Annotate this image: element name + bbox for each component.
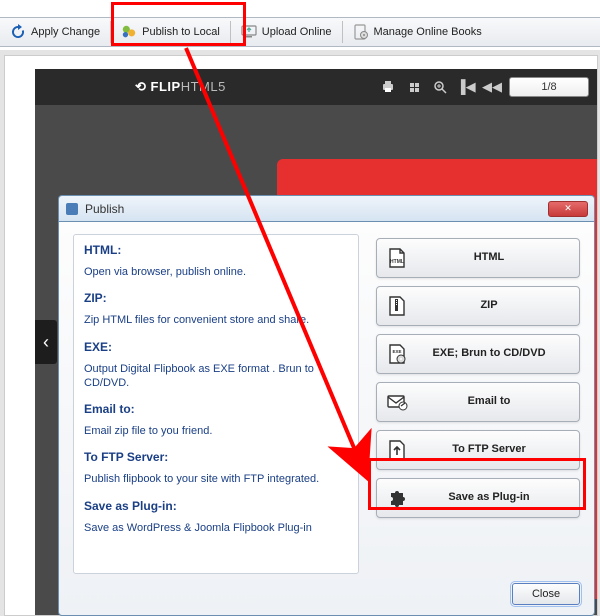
publish-options-panel: HTML HTML ZIP EXE EXE; Brun to CD/DVD Em… [376,238,580,526]
publish-local-label: Publish to Local [142,26,220,38]
section-heading: ZIP: [84,291,348,305]
close-button[interactable]: Close [512,583,580,605]
refresh-icon [10,24,26,40]
svg-text:EXE: EXE [392,349,401,354]
document-gear-icon [353,24,369,40]
html-option-button[interactable]: HTML HTML [376,238,580,278]
exe-option-button[interactable]: EXE EXE; Brun to CD/DVD [376,334,580,374]
section-heading: Save as Plug-in: [84,499,348,513]
dialog-title: Publish [85,202,548,216]
thumbnails-icon[interactable] [405,78,423,96]
plugin-option-button[interactable]: Save as Plug-in [376,478,580,518]
section-heading: HTML: [84,243,348,257]
html-option-label: HTML [419,251,579,264]
section-desc: Save as WordPress & Joomla Flipbook Plug… [84,521,348,535]
section-heading: EXE: [84,340,348,354]
zip-option-label: ZIP [419,299,579,312]
section-heading: To FTP Server: [84,450,348,464]
print-icon[interactable] [379,78,397,96]
puzzle-gear-icon [121,24,137,40]
html-file-icon: HTML [385,246,409,270]
section-heading: Email to: [84,402,348,416]
publish-dialog: Publish ✕ HTML: Open via browser, publish… [58,195,595,616]
section-desc: Email zip file to you friend. [84,424,348,438]
exe-option-label: EXE; Brun to CD/DVD [419,347,579,360]
svg-text:HTML: HTML [390,259,404,265]
puzzle-icon [385,486,409,510]
email-option-label: Email to [419,395,579,408]
publish-descriptions-panel: HTML: Open via browser, publish online. Z… [73,234,359,574]
prev-page-icon[interactable]: ◀◀ [483,78,501,96]
viewer-header: ⟲ FLIPHTML5 ▐◀ ◀◀ 1/8 [35,69,597,105]
apply-change-label: Apply Change [31,26,100,38]
manage-books-button[interactable]: Manage Online Books [343,18,492,46]
upload-online-label: Upload Online [262,26,332,38]
monitor-icon [241,24,257,40]
zip-file-icon [385,294,409,318]
flip-logo: ⟲ FLIPHTML5 [135,79,226,95]
publish-local-button[interactable]: Publish to Local [111,18,230,46]
apply-change-button[interactable]: Apply Change [0,18,110,46]
main-toolbar: Apply Change Publish to Local Upload Onl… [0,17,600,47]
publish-app-icon [65,202,79,216]
ftp-option-button[interactable]: To FTP Server [376,430,580,470]
zoom-icon[interactable] [431,78,449,96]
dialog-titlebar: Publish ✕ [58,195,595,221]
exe-disc-icon: EXE [385,342,409,366]
ftp-option-label: To FTP Server [419,443,579,456]
upload-online-button[interactable]: Upload Online [231,18,342,46]
plugin-option-label: Save as Plug-in [419,491,579,504]
envelope-icon [385,390,409,414]
manage-books-label: Manage Online Books [374,26,482,38]
section-desc: Output Digital Flipbook as EXE format . … [84,362,348,391]
section-desc: Open via browser, publish online. [84,265,348,279]
zip-option-button[interactable]: ZIP [376,286,580,326]
first-page-icon[interactable]: ▐◀ [457,78,475,96]
dialog-close-button[interactable]: ✕ [548,201,588,217]
prev-nav-button[interactable]: ‹ [35,320,57,364]
email-option-button[interactable]: Email to [376,382,580,422]
section-desc: Publish flipbook to your site with FTP i… [84,472,348,486]
section-desc: Zip HTML files for convenient store and … [84,313,348,327]
page-indicator[interactable]: 1/8 [509,77,589,97]
upload-file-icon [385,438,409,462]
